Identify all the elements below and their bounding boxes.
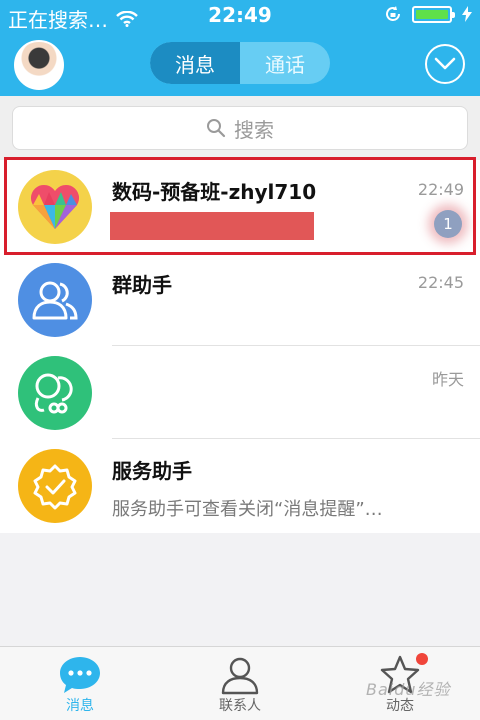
unread-badge: 1 bbox=[434, 210, 462, 238]
conversation-title: 服务助手 bbox=[112, 459, 192, 483]
tabbar-label: 消息 bbox=[66, 698, 94, 714]
conversation-title: 数码-预备班-zhyl710 bbox=[112, 180, 317, 204]
chevron-down-icon bbox=[434, 57, 456, 70]
status-bar: 正在搜索… 22:49 bbox=[0, 0, 480, 32]
conversation-item[interactable]: 昨天 bbox=[0, 346, 480, 439]
conversation-time: 昨天 bbox=[431, 370, 464, 389]
tabbar-messages[interactable]: 消息 bbox=[0, 647, 160, 720]
person-icon bbox=[218, 655, 262, 695]
battery-icon bbox=[412, 5, 455, 23]
tab-calls[interactable]: 通话 bbox=[240, 42, 330, 84]
check-badge-icon bbox=[18, 449, 92, 523]
app-header: 消息 通话 bbox=[0, 32, 480, 96]
rotation-lock-icon bbox=[386, 6, 400, 21]
segmented-control: 消息 通话 bbox=[150, 42, 330, 84]
search-icon bbox=[207, 119, 226, 138]
avatar[interactable] bbox=[14, 40, 64, 90]
watermark: Baidu经验 bbox=[366, 680, 451, 699]
search-input[interactable]: 搜索 bbox=[12, 106, 468, 150]
conversation-preview: 服务助手可查看关闭“消息提醒”… bbox=[112, 499, 383, 520]
conversation-time: 22:45 bbox=[417, 273, 464, 292]
bolt-icon bbox=[462, 6, 472, 22]
heart-icon bbox=[18, 170, 92, 244]
conversation-item[interactable]: 数码-预备班-zhyl710 22:49 1 bbox=[0, 160, 480, 253]
search-placeholder: 搜索 bbox=[234, 117, 274, 142]
conversation-title: 群助手 bbox=[112, 273, 172, 297]
redacted-preview bbox=[110, 212, 314, 240]
conversation-item[interactable]: 群助手 22:45 bbox=[0, 253, 480, 346]
search-area: 搜索 bbox=[0, 96, 480, 160]
conversation-time: 22:49 bbox=[417, 180, 464, 199]
tab-messages[interactable]: 消息 bbox=[150, 42, 240, 84]
tabbar-contacts[interactable]: 联系人 bbox=[160, 647, 320, 720]
conversation-list: 数码-预备班-zhyl710 22:49 1 群助手 22:45 昨天 服务助手… bbox=[0, 160, 480, 533]
group-icon bbox=[18, 263, 92, 337]
conversation-item[interactable]: 服务助手 服务助手可查看关闭“消息提醒”… bbox=[0, 439, 480, 532]
more-menu-button[interactable] bbox=[425, 44, 465, 84]
notification-dot bbox=[416, 653, 428, 665]
chat-bubble-icon bbox=[58, 655, 102, 695]
contacts-icon bbox=[18, 356, 92, 430]
tabbar-label: 联系人 bbox=[219, 698, 261, 714]
